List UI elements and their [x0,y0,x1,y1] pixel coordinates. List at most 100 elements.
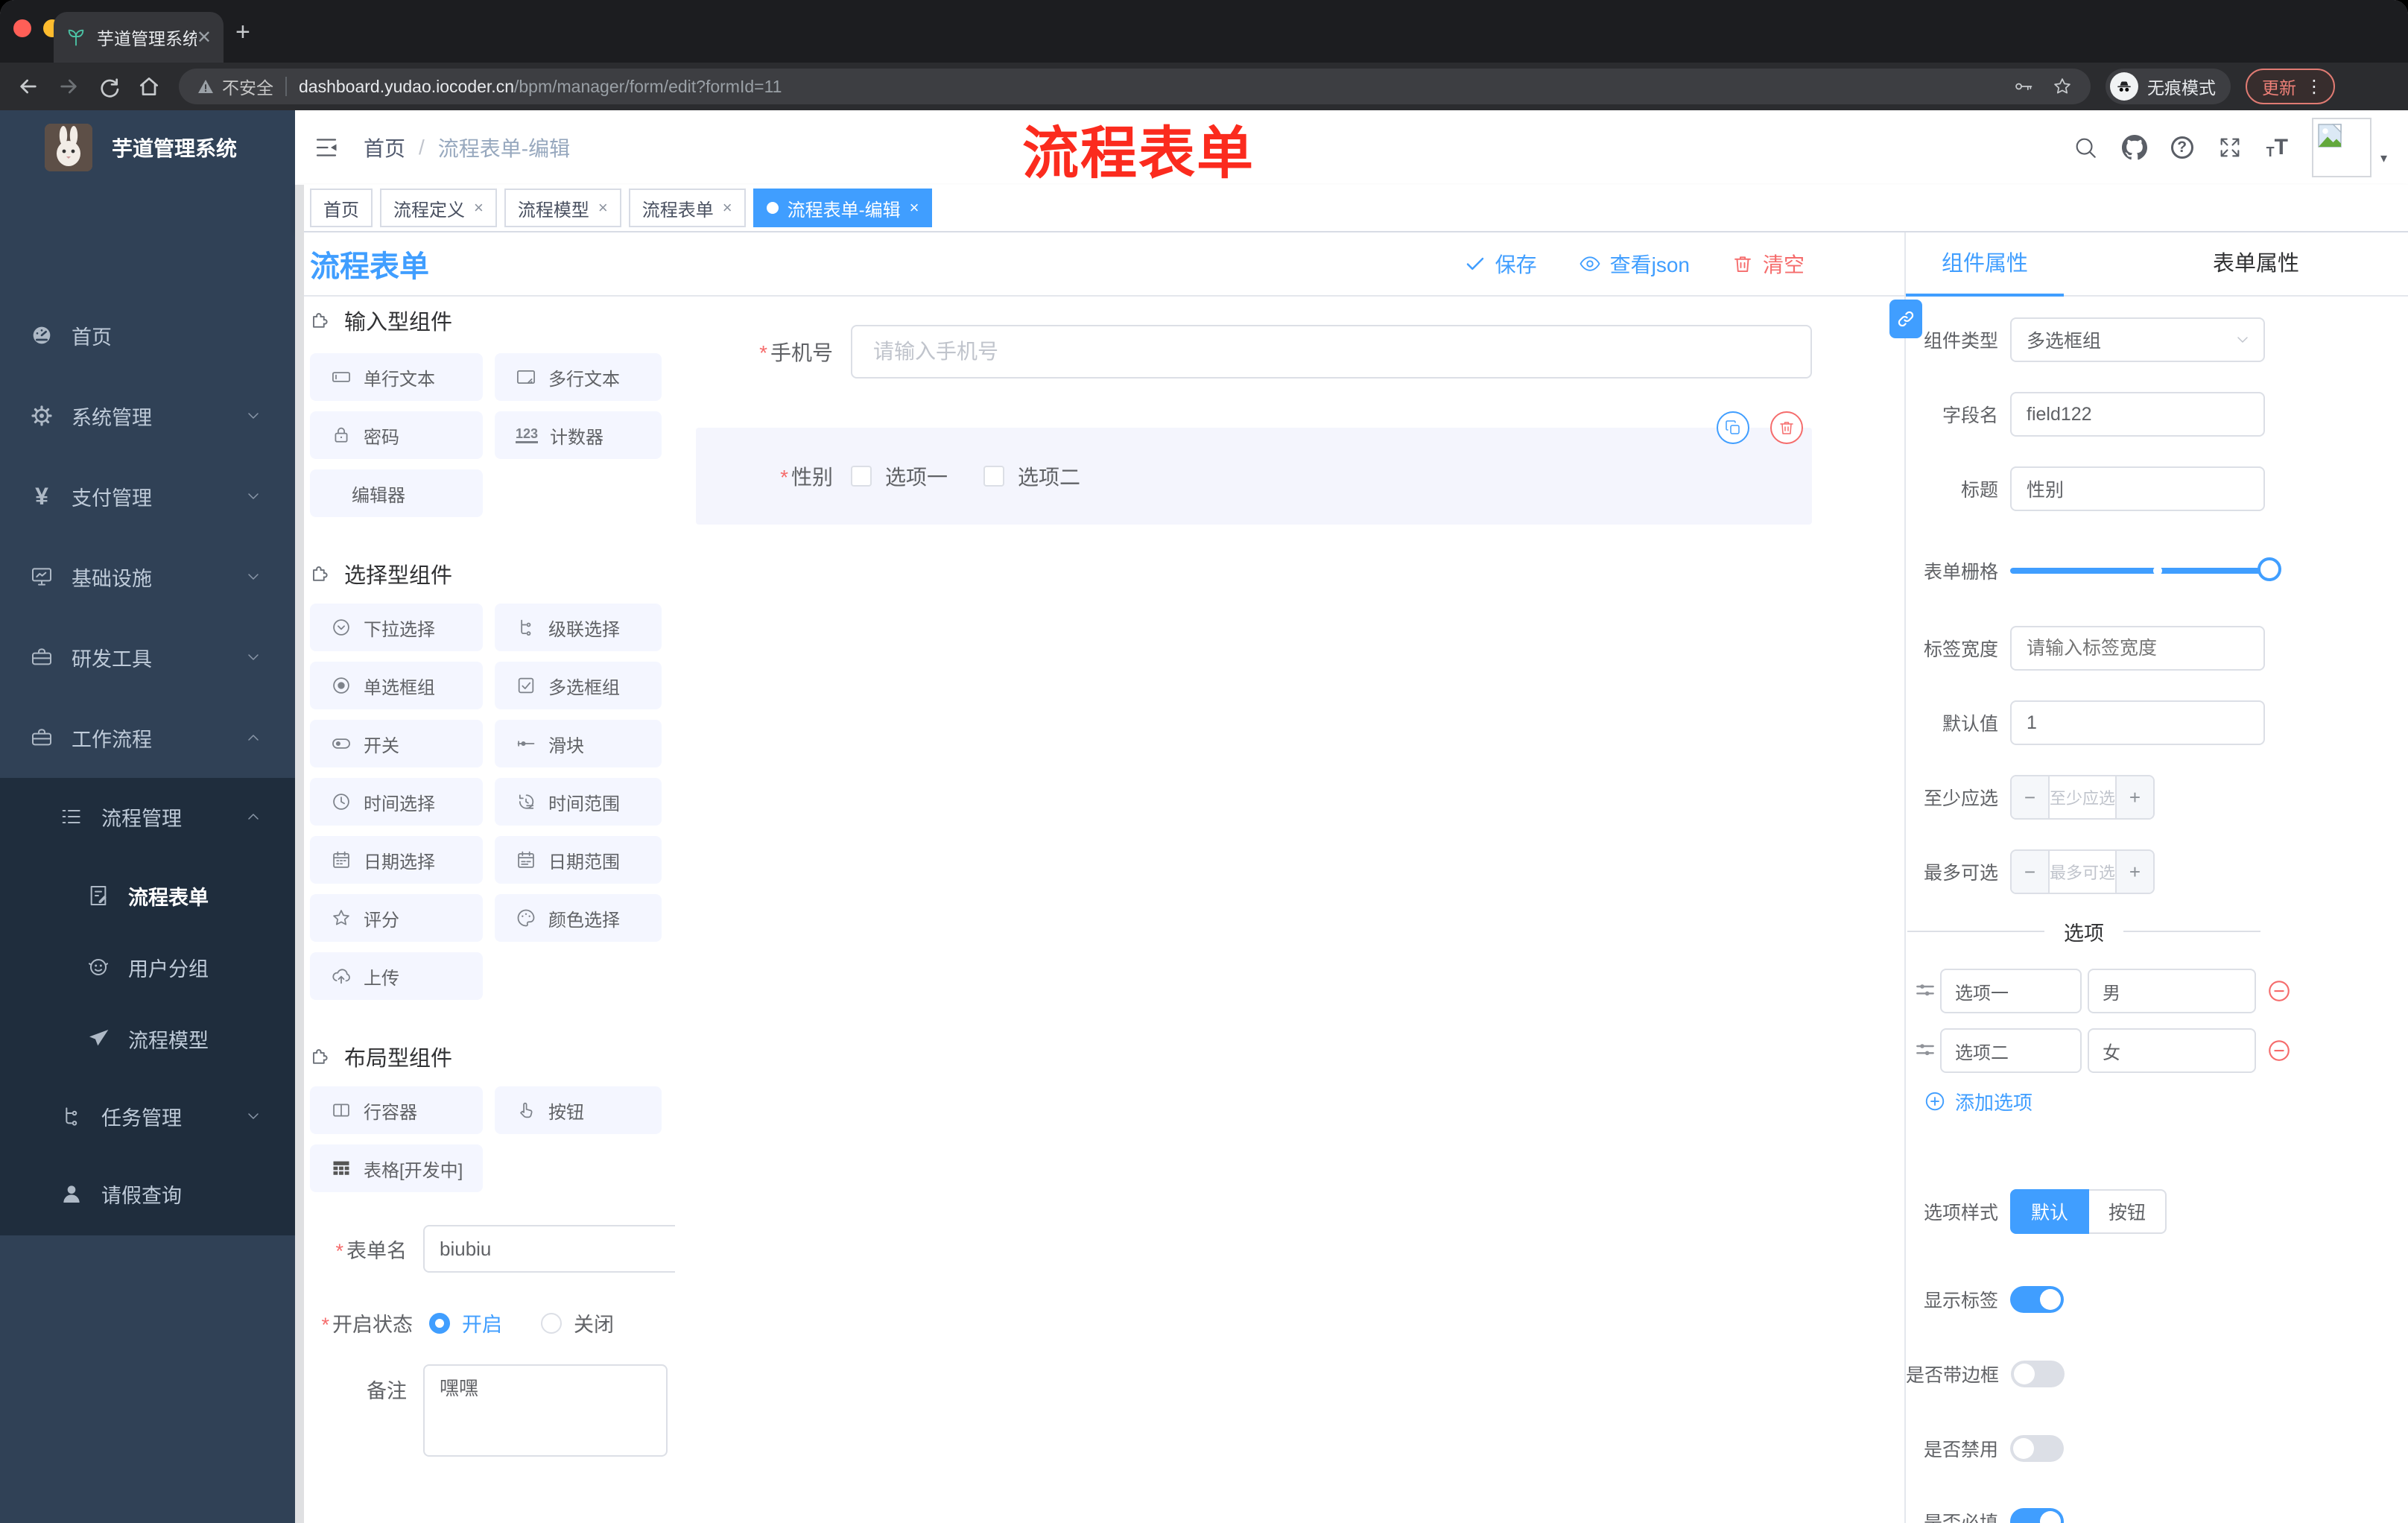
component-slider[interactable]: 滑块 [495,720,662,767]
style-default-button[interactable]: 默认 [2010,1189,2090,1234]
sidebar-item-workflow[interactable]: 工作流程 [0,697,295,778]
title-input[interactable] [2010,466,2265,511]
delete-field-button[interactable] [1770,411,1803,444]
tag-process-definition[interactable]: 流程定义 × [380,189,497,227]
component-type-select[interactable]: 多选框组 [2010,317,2265,362]
sidebar-item-system[interactable]: 系统管理 [0,376,295,456]
sidebar-item-leave-query[interactable]: 请假查询 [0,1155,295,1232]
sidebar-item-process-mgmt[interactable]: 流程管理 [0,778,295,855]
component-rate[interactable]: 评分 [310,894,483,942]
duplicate-field-button[interactable] [1717,411,1749,444]
update-button[interactable]: 更新 ⋮ [2246,69,2335,104]
show-label-toggle[interactable] [2010,1286,2064,1313]
min-select-value[interactable]: 至少应选 [2047,776,2117,818]
disabled-toggle[interactable] [2010,1435,2064,1462]
component-editor[interactable]: 编辑器 [310,469,483,517]
component-row-container[interactable]: 行容器 [310,1086,483,1134]
phone-field-row[interactable]: * 手机号 [675,325,1904,379]
sidebar-item-payment[interactable]: ¥ 支付管理 [0,456,295,536]
style-button-button[interactable]: 按钮 [2089,1189,2167,1234]
component-password[interactable]: 密码 [310,411,483,459]
password-key-icon[interactable] [2013,76,2034,97]
status-on-radio[interactable] [429,1312,450,1334]
component-date-picker[interactable]: 日期选择 [310,836,483,884]
tag-home[interactable]: 首页 [310,189,373,227]
reload-icon[interactable] [97,75,121,98]
option-label-input[interactable] [1940,1028,2082,1073]
status-off-label[interactable]: 关闭 [574,1308,614,1337]
gender-option1[interactable]: 选项一 [851,461,948,491]
option-value-input[interactable] [2088,969,2256,1013]
option-label-input[interactable] [1940,969,2082,1013]
tag-close-icon[interactable]: × [598,198,608,218]
component-cascader[interactable]: 级联选择 [495,604,662,651]
component-counter[interactable]: 123 计数器 [495,411,662,459]
component-radio-group[interactable]: 单选框组 [310,662,483,709]
component-table[interactable]: 表格[开发中] [310,1144,483,1192]
slider-handle[interactable] [2258,557,2281,581]
default-value-input[interactable] [2010,700,2265,745]
font-size-icon[interactable]: TT [2266,135,2288,160]
home-icon[interactable] [137,75,161,98]
gender-field-block-selected[interactable]: * 性别 选项一 选项二 [696,411,1812,525]
view-json-button[interactable]: 查看json [1579,249,1690,279]
form-grid-slider[interactable] [2010,557,2281,581]
component-single-text[interactable]: 单行文本 [310,353,483,401]
sidebar-item-home[interactable]: 首页 [0,295,295,376]
tag-close-icon[interactable]: × [723,198,732,218]
component-color-picker[interactable]: 颜色选择 [495,894,662,942]
field-link-tag[interactable] [1889,300,1922,338]
drag-handle-icon[interactable] [1913,979,1937,1003]
back-icon[interactable] [16,75,40,98]
remove-option-icon[interactable] [2266,978,2292,1004]
max-select-value[interactable]: 最多可选 [2047,851,2117,893]
tag-close-icon[interactable]: × [474,198,484,218]
tab-close-icon[interactable]: ✕ [197,27,212,48]
gender-option2[interactable]: 选项二 [983,461,1080,491]
component-date-range[interactable]: 日期范围 [495,836,662,884]
decrease-button[interactable]: − [2012,851,2048,893]
component-time-range[interactable]: 时间范围 [495,778,662,826]
component-checkbox-group[interactable]: 多选框组 [495,662,662,709]
app-logo-row[interactable]: 芋道管理系统 [0,110,295,185]
url-bar[interactable]: 不安全 dashboard.yudao.iocoder.cn/bpm/manag… [179,69,2091,104]
form-canvas[interactable]: *手机号 *性别 选项一 选项二 [675,297,1904,1523]
sidebar-toggle-icon[interactable] [313,134,340,161]
component-upload[interactable]: 上传 [310,952,483,1000]
remove-option-icon[interactable] [2266,1038,2292,1063]
github-icon[interactable] [2122,135,2147,160]
increase-button[interactable]: + [2117,851,2153,893]
new-tab-button[interactable]: + [235,19,250,45]
component-multi-text[interactable]: 多行文本 [495,353,662,401]
status-off-radio[interactable] [541,1312,562,1334]
clear-button[interactable]: 清空 [1731,249,1805,279]
component-select[interactable]: 下拉选择 [310,604,483,651]
option-value-input[interactable] [2088,1028,2256,1073]
field-name-input[interactable] [2010,392,2265,437]
sidebar-item-process-form[interactable]: 流程表单 [0,858,295,933]
component-switch[interactable]: 开关 [310,720,483,767]
browser-menu-icon[interactable]: ⋮ [2305,76,2323,98]
close-window-button[interactable] [13,19,31,37]
label-width-input[interactable] [2010,626,2265,671]
required-toggle[interactable] [2010,1508,2064,1523]
panel-scroll-strip[interactable] [295,185,304,1523]
decrease-button[interactable]: − [2012,776,2048,818]
sidebar-item-devtools[interactable]: 研发工具 [0,617,295,697]
component-button[interactable]: 按钮 [495,1086,662,1134]
add-option-link[interactable]: 添加选项 [1924,1089,2032,1114]
sidebar-item-infra[interactable]: 基础设施 [0,536,295,617]
phone-input[interactable] [851,325,1812,379]
search-icon[interactable] [2073,135,2098,160]
border-toggle[interactable] [2011,1361,2065,1387]
breadcrumb-home[interactable]: 首页 [364,133,405,162]
component-time-picker[interactable]: 时间选择 [310,778,483,826]
forward-icon[interactable] [57,75,80,98]
tag-process-model[interactable]: 流程模型 × [504,189,621,227]
security-label[interactable]: 不安全 [222,74,273,99]
checkbox[interactable] [983,466,1005,487]
save-button[interactable]: 保存 [1464,249,1537,279]
increase-button[interactable]: + [2117,776,2153,818]
status-on-label[interactable]: 开启 [462,1308,502,1337]
sidebar-item-task-mgmt[interactable]: 任务管理 [0,1077,295,1155]
